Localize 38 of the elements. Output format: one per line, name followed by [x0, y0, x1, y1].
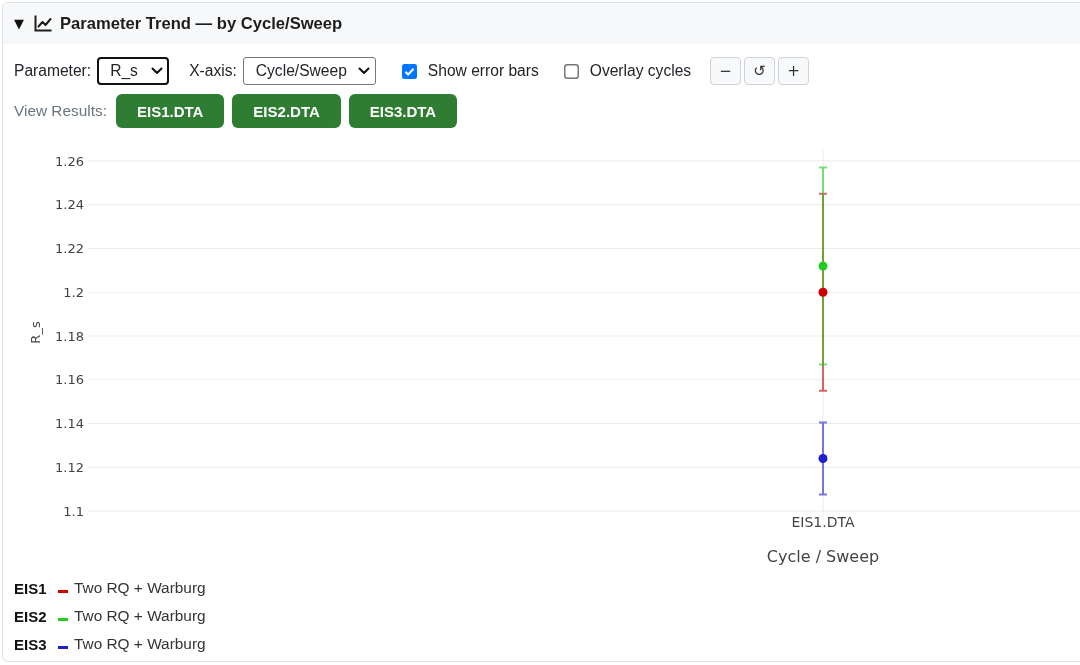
field-label: Parameter:: [14, 62, 92, 80]
zoom-out-button[interactable]: −: [710, 57, 742, 85]
checkbox[interactable]: [401, 63, 417, 79]
checkbox-label[interactable]: Overlay cycles: [589, 62, 692, 80]
field-label: View Results:: [14, 102, 107, 120]
legend-label: EIS3: [14, 635, 46, 653]
line-chart-icon: [34, 15, 52, 32]
axis-tick-label: 1.24: [55, 197, 84, 213]
axis-title: Cycle / Sweep: [766, 547, 880, 566]
zoom-in-button[interactable]: +: [778, 57, 810, 85]
file-result-button[interactable]: EIS1.DTA: [115, 94, 225, 128]
dropdown[interactable]: R_s: [97, 57, 170, 85]
file-result-button[interactable]: EIS2.DTA: [232, 94, 341, 128]
legend-text: Two RQ + Warburg: [74, 635, 206, 653]
axis-tick-label: 1.22: [55, 241, 84, 256]
axis-tick-label: EIS1.DTA: [791, 514, 855, 530]
chevron-down-icon: [151, 67, 164, 75]
axis-tick-label: 1.18: [55, 328, 84, 344]
checkbox-label[interactable]: Show error bars: [427, 62, 539, 80]
axis-tick-label: 1.1: [63, 503, 84, 519]
legend-label: EIS2: [14, 607, 46, 625]
dropdown[interactable]: Cycle/Sweep: [242, 57, 376, 85]
axis-tick-label: 1.16: [55, 372, 84, 388]
section-title: Parameter Trend — by Cycle/Sweep: [60, 13, 343, 34]
legend-text: Two RQ + Warburg: [74, 579, 206, 597]
field-label: X-axis:: [189, 62, 237, 80]
checkbox[interactable]: [563, 63, 579, 79]
chevron-down-icon: [357, 67, 370, 75]
axis-tick-label: 1.2: [63, 284, 84, 300]
reset-zoom-button[interactable]: ↺: [744, 57, 776, 85]
file-result-button[interactable]: EIS3.DTA: [348, 94, 458, 128]
legend-text: Two RQ + Warburg: [74, 607, 206, 625]
axis-tick-label: 1.12: [55, 459, 84, 475]
legend-label: EIS1: [14, 579, 46, 597]
axis-title: R_s: [27, 321, 43, 344]
collapse-caret[interactable]: ▼: [14, 15, 24, 32]
axis-tick-label: 1.14: [55, 416, 84, 431]
axis-tick-label: 1.26: [55, 153, 84, 169]
